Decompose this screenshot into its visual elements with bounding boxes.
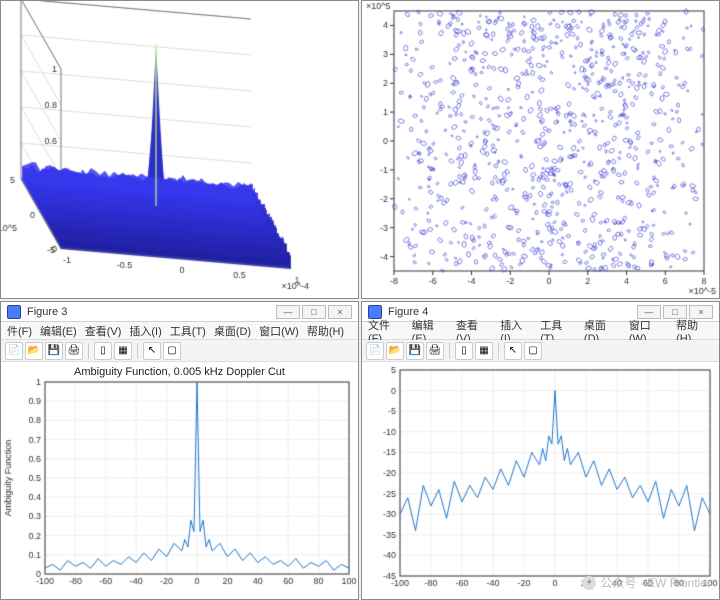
menu-edit[interactable]: 编辑(E) (40, 323, 77, 339)
menu-desktop[interactable]: 桌面(D) (214, 323, 251, 339)
edit-plot-button[interactable]: ▯ (94, 342, 112, 360)
insert-button[interactable]: ▢ (524, 342, 542, 360)
toolbar: 📄 📂 💾 🖨 ▯ ▦ ↖ ▢ (1, 340, 358, 362)
menu-file[interactable]: 件(F) (7, 323, 32, 339)
menu-tools[interactable]: 工具(T) (170, 323, 206, 339)
edit-plot-button[interactable]: ▯ (455, 342, 473, 360)
open-button[interactable]: 📂 (25, 342, 43, 360)
cursor-button[interactable]: ↖ (143, 342, 161, 360)
plot-area[interactable] (1, 378, 358, 599)
menu-window[interactable]: 窗口(W) (259, 323, 299, 339)
toolbar: 📄 📂 💾 🖨 ▯ ▦ ↖ ▢ (362, 340, 719, 362)
link-button[interactable]: ▦ (475, 342, 493, 360)
window-titlebar: Figure 3 — □ × (1, 302, 358, 322)
new-button[interactable]: 📄 (366, 342, 384, 360)
print-button[interactable]: 🖨 (65, 342, 83, 360)
maximize-button[interactable]: □ (302, 305, 326, 319)
panel-figure-3: Figure 3 — □ × 件(F) 编辑(E) 查看(V) 插入(I) 工具… (0, 301, 359, 600)
menu-insert[interactable]: 插入(I) (129, 323, 161, 339)
window-title: Figure 3 (27, 306, 270, 318)
plot-area[interactable]: ✦ 公众号 · EW Frontier (362, 362, 719, 599)
panel-contour (361, 0, 720, 299)
print-button[interactable]: 🖨 (426, 342, 444, 360)
plot-area[interactable] (1, 1, 358, 298)
save-button[interactable]: 💾 (45, 342, 63, 360)
panel-surface-3d: ⌂ ⤢ + – ◫ (0, 0, 359, 299)
new-button[interactable]: 📄 (5, 342, 23, 360)
plot-area[interactable] (362, 1, 719, 298)
chart-title: Ambiguity Function, 0.005 kHz Doppler Cu… (1, 362, 358, 378)
link-button[interactable]: ▦ (114, 342, 132, 360)
insert-button[interactable]: ▢ (163, 342, 181, 360)
panel-figure-4: Figure 4 — □ × 文件(F) 编辑(E) 查看(V) 插入(I) 工… (361, 301, 720, 600)
close-button[interactable]: × (328, 305, 352, 319)
save-button[interactable]: 💾 (406, 342, 424, 360)
app-icon (7, 305, 21, 319)
menu-view[interactable]: 查看(V) (85, 323, 122, 339)
menubar: 文件(F) 编辑(E) 查看(V) 插入(I) 工具(T) 桌面(D) 窗口(W… (362, 322, 719, 340)
open-button[interactable]: 📂 (386, 342, 404, 360)
cursor-button[interactable]: ↖ (504, 342, 522, 360)
minimize-button[interactable]: — (276, 305, 300, 319)
menu-help[interactable]: 帮助(H) (307, 323, 344, 339)
menubar: 件(F) 编辑(E) 查看(V) 插入(I) 工具(T) 桌面(D) 窗口(W)… (1, 322, 358, 340)
